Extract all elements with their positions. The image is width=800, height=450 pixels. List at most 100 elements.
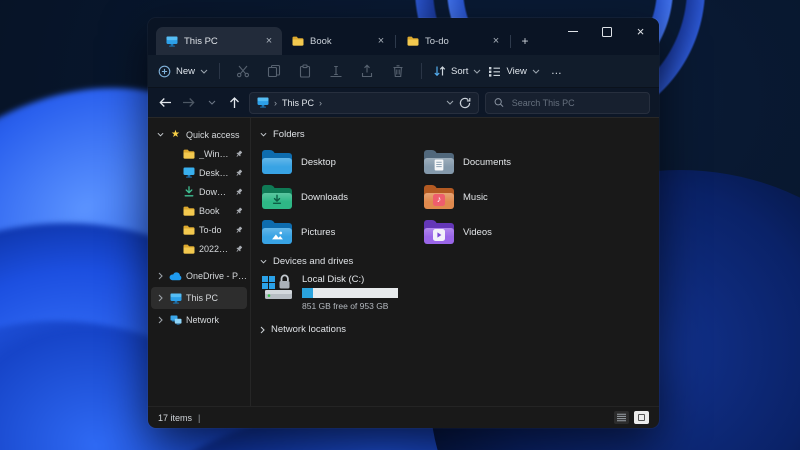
folder-name: Videos bbox=[463, 226, 492, 238]
chevron-down-icon bbox=[532, 69, 540, 74]
folder-icon bbox=[182, 206, 195, 216]
sidebar-item-onedrive[interactable]: OneDrive - Personal bbox=[148, 265, 250, 287]
toolbar-separator bbox=[421, 63, 423, 79]
rename-button[interactable] bbox=[324, 64, 348, 78]
search-input[interactable] bbox=[509, 96, 641, 109]
copy-button[interactable] bbox=[262, 64, 286, 78]
folder-name: Pictures bbox=[301, 226, 336, 238]
refresh-icon[interactable] bbox=[459, 97, 471, 109]
sort-button-label: Sort bbox=[451, 65, 469, 77]
search-box[interactable] bbox=[485, 91, 650, 114]
items-view: Folders Desktop Documents Downloads ♪ Mu… bbox=[250, 118, 659, 406]
pin-icon bbox=[235, 150, 243, 158]
chevron-right-icon[interactable] bbox=[156, 316, 165, 324]
breadcrumb-chevron: › bbox=[319, 97, 323, 108]
view-button[interactable]: View bbox=[488, 66, 540, 77]
new-button[interactable]: New bbox=[158, 65, 208, 78]
drive-tile-local-disk-c[interactable]: Local Disk (C:) 851 GB free of 953 GB bbox=[260, 269, 659, 316]
breadcrumb[interactable]: › This PC › bbox=[249, 91, 479, 114]
section-title: Network locations bbox=[271, 324, 346, 335]
section-header-folders[interactable]: Folders bbox=[260, 127, 659, 142]
close-button[interactable]: × bbox=[634, 25, 647, 38]
folder-tile-downloads[interactable]: Downloads bbox=[262, 184, 424, 210]
folder-icon bbox=[182, 244, 195, 254]
forward-button[interactable] bbox=[180, 97, 197, 108]
new-button-label: New bbox=[176, 65, 196, 77]
onedrive-cloud-icon bbox=[169, 271, 182, 281]
chevron-down-icon bbox=[260, 259, 267, 264]
folder-tile-documents[interactable]: Documents bbox=[424, 149, 586, 175]
folder-tile-videos[interactable]: Videos bbox=[424, 219, 586, 245]
large-icons-view-button[interactable] bbox=[634, 411, 649, 424]
section-header-devices[interactable]: Devices and drives bbox=[260, 254, 659, 269]
folder-tile-music[interactable]: ♪ Music bbox=[424, 184, 586, 210]
chevron-down-icon[interactable] bbox=[156, 132, 165, 137]
sidebar-item-downloads[interactable]: Downloads bbox=[148, 182, 250, 201]
delete-button[interactable] bbox=[386, 64, 410, 78]
sidebar-item-2022-03[interactable]: 2022-03 bbox=[148, 239, 250, 258]
paste-button[interactable] bbox=[293, 64, 317, 78]
tab-book[interactable]: Book × bbox=[282, 27, 394, 55]
see-more-button[interactable]: … bbox=[547, 65, 567, 77]
tab-close-icon[interactable]: × bbox=[262, 35, 276, 47]
tab-close-icon[interactable]: × bbox=[374, 35, 388, 47]
tab-label: To-do bbox=[425, 35, 449, 47]
sidebar-item-label: Quick access bbox=[186, 129, 240, 140]
title-bar[interactable]: This PC × Book × To-do × + × bbox=[148, 18, 659, 55]
breadcrumb-chevron: › bbox=[274, 97, 277, 108]
sidebar-item-book[interactable]: Book bbox=[148, 201, 250, 220]
command-bar: New Sort View … bbox=[148, 55, 659, 88]
section-header-network-locations[interactable]: Network locations bbox=[260, 322, 659, 337]
recent-locations-button[interactable] bbox=[203, 100, 220, 105]
sidebar-item-quick-access[interactable]: ★ Quick access bbox=[148, 125, 250, 144]
sort-button[interactable]: Sort bbox=[433, 65, 481, 77]
cut-button[interactable] bbox=[231, 64, 255, 78]
details-view-button[interactable] bbox=[614, 411, 629, 424]
folder-icon bbox=[424, 150, 454, 174]
share-button[interactable] bbox=[355, 64, 379, 78]
file-explorer-window: This PC × Book × To-do × + × New Sort Vi… bbox=[148, 18, 659, 428]
pin-icon bbox=[235, 226, 243, 234]
download-glyph bbox=[262, 191, 292, 208]
trash-icon bbox=[393, 65, 403, 78]
breadcrumb-item[interactable]: This PC bbox=[282, 98, 314, 108]
folder-icon bbox=[424, 220, 454, 244]
address-dropdown-icon[interactable] bbox=[446, 100, 454, 105]
tab-this-pc[interactable]: This PC × bbox=[156, 27, 282, 55]
folder-name: Desktop bbox=[301, 156, 336, 168]
sidebar-item-label: _Windows bbox=[199, 148, 231, 159]
sidebar-item-network[interactable]: Network bbox=[148, 309, 250, 331]
status-bar: 17 items | bbox=[148, 406, 659, 428]
sidebar-item-label: Network bbox=[186, 315, 220, 325]
arrow-left-icon bbox=[159, 98, 171, 107]
tab-label: Book bbox=[310, 35, 332, 47]
folder-tile-pictures[interactable]: Pictures bbox=[262, 219, 424, 245]
sidebar-item-this-pc[interactable]: This PC bbox=[151, 287, 247, 309]
new-tab-button[interactable]: + bbox=[512, 27, 538, 55]
sidebar-item-label: Book bbox=[199, 205, 220, 216]
tab-label: This PC bbox=[184, 35, 218, 47]
sort-icon bbox=[434, 66, 446, 77]
pin-icon bbox=[235, 188, 243, 196]
pin-icon bbox=[235, 207, 243, 215]
main-area: ★ Quick access _Windows Desktop Download… bbox=[148, 118, 659, 406]
chevron-right-icon[interactable] bbox=[156, 272, 165, 280]
copy-icon bbox=[267, 64, 281, 78]
video-play-glyph bbox=[424, 226, 454, 243]
minimize-button[interactable] bbox=[566, 26, 579, 37]
tab-close-icon[interactable]: × bbox=[489, 35, 503, 47]
chevron-right-icon[interactable] bbox=[156, 294, 165, 302]
folder-tile-desktop[interactable]: Desktop bbox=[262, 149, 424, 175]
up-button[interactable] bbox=[226, 96, 243, 109]
folder-icon bbox=[262, 185, 292, 209]
sidebar-item-desktop[interactable]: Desktop bbox=[148, 163, 250, 182]
sidebar-item-to-do[interactable]: To-do bbox=[148, 220, 250, 239]
view-icon bbox=[489, 66, 501, 77]
tab-to-do[interactable]: To-do × bbox=[397, 27, 509, 55]
maximize-button[interactable] bbox=[600, 26, 613, 37]
sidebar-item-windows[interactable]: _Windows bbox=[148, 144, 250, 163]
item-count: 17 items bbox=[158, 412, 193, 423]
back-button[interactable] bbox=[157, 97, 174, 108]
download-icon bbox=[182, 186, 195, 197]
